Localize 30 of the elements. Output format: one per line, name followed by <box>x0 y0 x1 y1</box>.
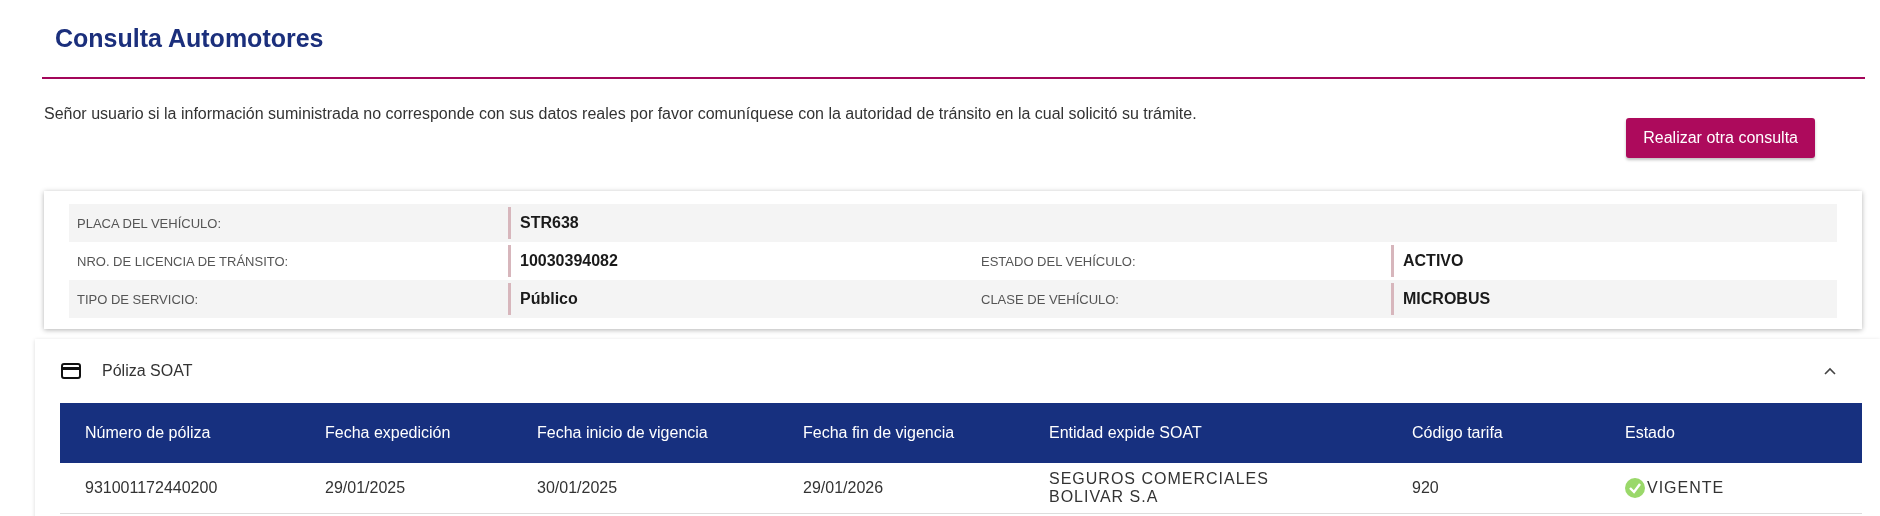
field-value: MICROBUS <box>1391 283 1837 315</box>
column-header: Código tarifa <box>1412 424 1504 442</box>
table-cell-text: 29/01/2026 <box>803 479 885 497</box>
column-header: Número de póliza <box>85 424 212 442</box>
column-header: Fecha expedición <box>325 424 452 442</box>
field-label: ESTADO DEL VEHÍCULO: <box>980 252 1137 271</box>
column-header: Fecha fin de vigencia <box>803 424 956 442</box>
field-value: Público <box>508 283 955 315</box>
field-value: 10030394082 <box>508 245 955 277</box>
chevron-icon[interactable] <box>1824 367 1836 375</box>
table-cell-text: SEGUROS COMERCIALES BOLIVAR S.A <box>1049 470 1270 506</box>
column-header: Estado <box>1625 424 1676 442</box>
table-cell-text: 29/01/2025 <box>325 479 407 497</box>
new-query-button[interactable]: Realizar otra consulta <box>1626 118 1815 158</box>
field-label: CLASE DE VEHÍCULO: <box>980 290 1120 309</box>
field-value: ACTIVO <box>1391 245 1837 277</box>
field-label: PLACA DEL VEHÍCULO: <box>76 214 222 233</box>
column-header: Entidad expide SOAT <box>1049 424 1203 442</box>
page-title: Consulta Automotores <box>54 23 325 54</box>
panel-title: Póliza SOAT <box>102 362 194 380</box>
table-cell-text: 931001172440200 <box>85 479 219 497</box>
field-label: TIPO DE SERVICIO: <box>76 290 200 309</box>
table-cell-text: 920 <box>1412 479 1440 497</box>
notice-text: Señor usuario si la información suministrada no corresponde con sus datos reales por favor comuníquese con la autoridad de tránsito en la cual solicitó su trámite. <box>44 105 1197 124</box>
table-cell-text: 30/01/2025 <box>537 479 619 497</box>
credit-card-icon <box>61 363 81 379</box>
column-header: Fecha inicio de vigencia <box>537 424 709 442</box>
status-text: VIGENTE <box>1647 479 1725 497</box>
field-label: NRO. DE LICENCIA DE TRÁNSITO: <box>76 252 290 271</box>
field-value: STR638 <box>508 207 1837 239</box>
